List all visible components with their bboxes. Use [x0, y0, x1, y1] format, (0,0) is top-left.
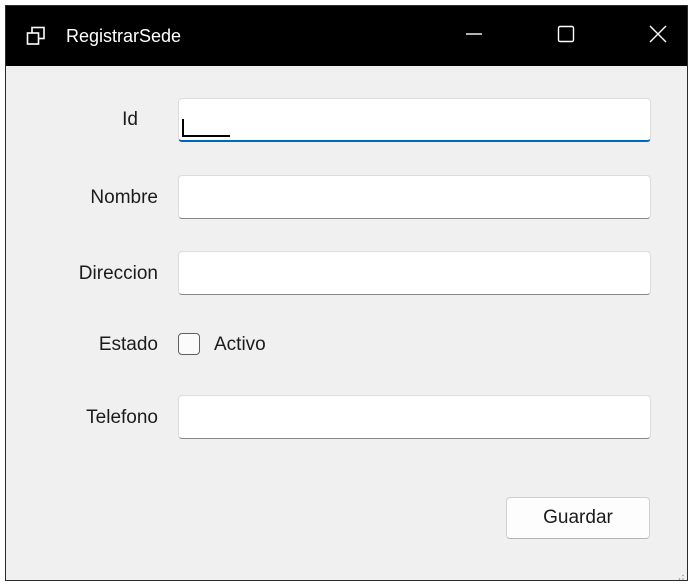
window-title: RegistrarSede [66, 26, 182, 46]
activo-checkbox[interactable] [178, 333, 200, 355]
restore-windows-icon [26, 26, 46, 46]
close-icon [648, 24, 668, 49]
estado-label: Estado [98, 334, 158, 355]
activo-checkbox-label[interactable]: Activo [214, 333, 266, 357]
maximize-button[interactable] [543, 6, 589, 66]
id-label: Id [122, 109, 138, 130]
id-field[interactable] [178, 98, 651, 142]
nombre-field[interactable] [178, 175, 651, 219]
close-button[interactable] [635, 6, 681, 66]
title-bar[interactable]: RegistrarSede [6, 6, 687, 66]
direccion-label: Direccion [78, 263, 158, 284]
minimize-button[interactable] [451, 6, 497, 66]
guardar-button[interactable]: Guardar [506, 497, 650, 539]
maximize-icon [557, 25, 575, 48]
direccion-field[interactable] [178, 251, 651, 295]
registrar-sede-window: RegistrarSede Id Nombre Direccion Estado… [5, 5, 688, 581]
minimize-icon [465, 25, 483, 48]
telefono-field[interactable] [178, 395, 651, 439]
telefono-label: Telefono [86, 407, 158, 428]
nombre-label: Nombre [90, 187, 158, 208]
resize-grip-icon[interactable] [675, 568, 685, 580]
